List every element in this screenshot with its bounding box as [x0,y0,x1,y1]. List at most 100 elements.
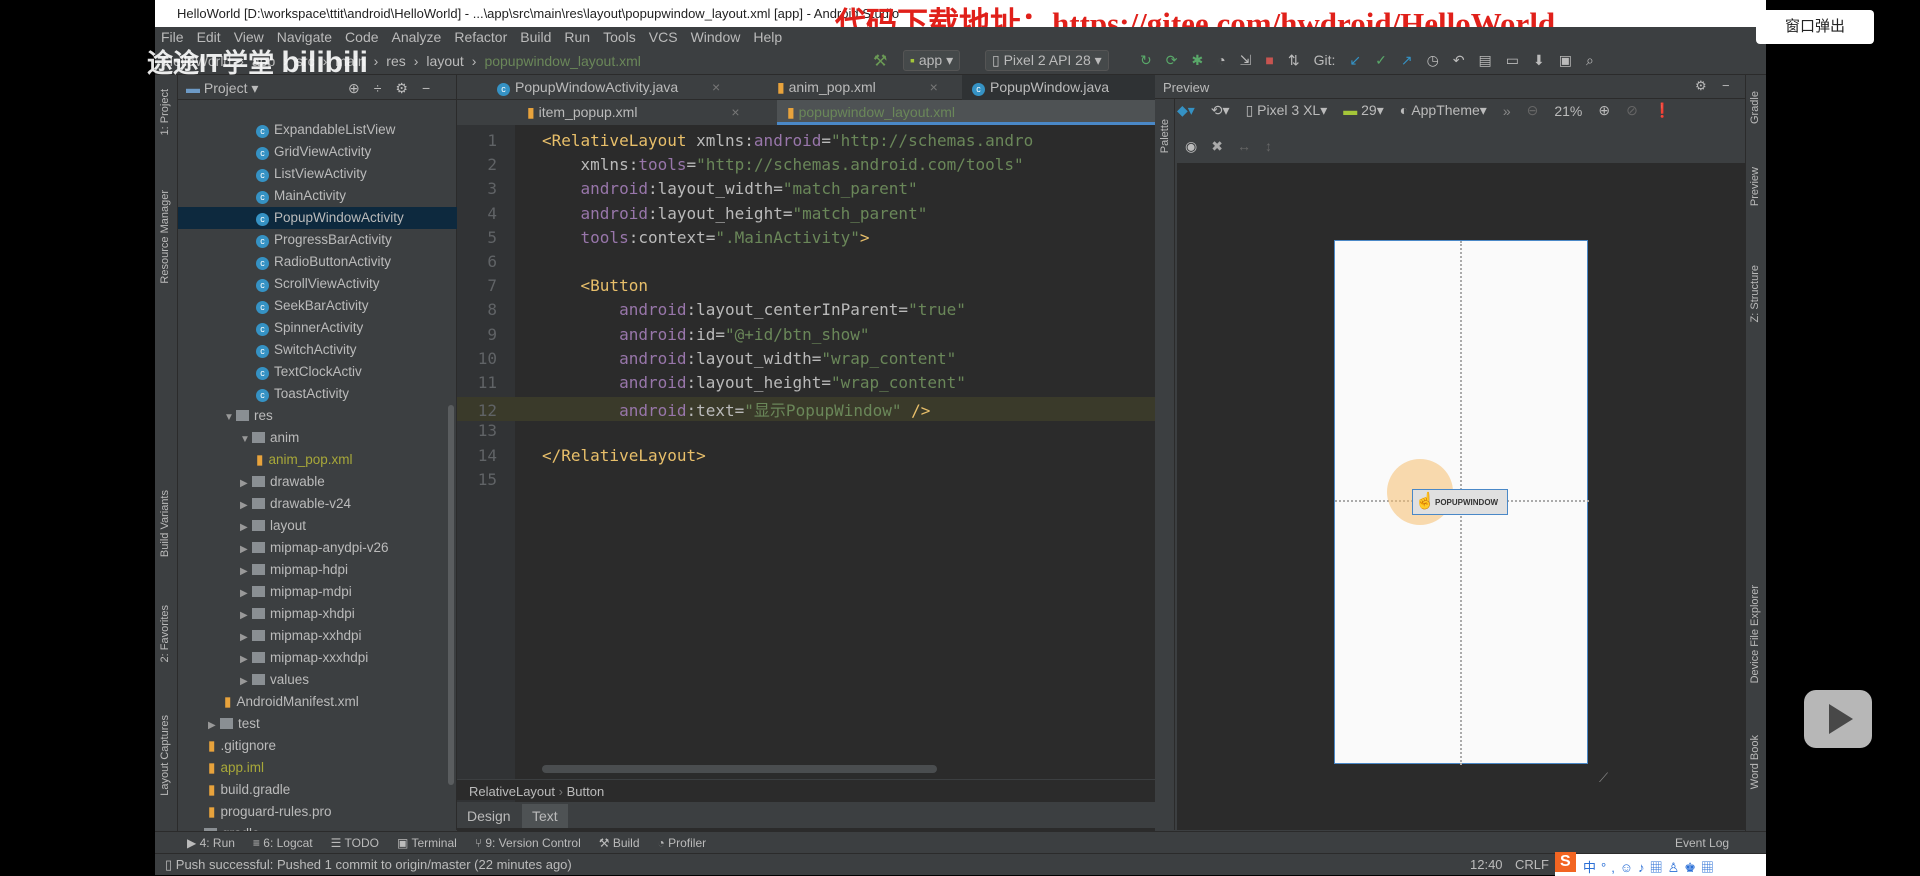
panel-actions[interactable]: ⊕÷⚙− [348,80,444,97]
expand-arrow-icon[interactable]: ▼ [224,412,236,423]
code-line[interactable]: 11 android:layout_height="wrap_content" [457,373,1155,397]
menu-tools[interactable]: Tools [603,29,636,47]
revert-icon[interactable]: ↶ [1453,52,1465,69]
tree-item[interactable]: ▶ drawable-v24 [178,493,457,515]
tree-item[interactable]: ▮ .gitignore [178,735,457,757]
device-select[interactable]: ▯ Pixel 3 XL▾ [1246,102,1328,119]
menu-run[interactable]: Run [564,29,590,47]
layers-icon[interactable]: ◆▾ [1177,102,1195,119]
logcat-tool-button[interactable]: ≡ 6: Logcat [253,836,313,853]
expand-arrow-icon[interactable]: ▶ [240,632,252,643]
tree-item[interactable]: ▶ test [178,713,457,735]
menu-build[interactable]: Build [520,29,551,47]
event-log-button[interactable]: Event Log [1675,836,1729,850]
menu-window[interactable]: Window [691,29,741,47]
device-file-explorer-tool-button[interactable]: Device File Explorer [1749,585,1761,683]
tree-item[interactable]: ▮ build.gradle [178,779,457,801]
status-message[interactable]: Push successful: Pushed 1 commit to orig… [176,857,572,872]
version-control-tool-button[interactable]: ⑂ 9: Version Control [475,836,581,853]
code-line[interactable]: 10 android:layout_width="wrap_content" [457,349,1155,373]
profile-icon[interactable]: ◔ [1217,52,1225,69]
todo-tool-button[interactable]: ☰ TODO [331,836,379,853]
orientation-icon[interactable]: ⟲▾ [1211,102,1230,119]
minimize-icon[interactable]: − [1722,78,1730,93]
code-line[interactable]: 13 [457,421,1155,445]
menu-help[interactable]: Help [753,29,782,47]
gradle-tool-button[interactable]: Gradle [1749,91,1761,124]
tree-item[interactable]: c TextClockActiv [178,361,457,383]
tree-item[interactable]: ▮ AndroidManifest.xml [178,691,457,713]
expand-arrow-icon[interactable]: ▶ [240,544,252,555]
tree-scrollbar[interactable] [448,405,454,785]
structure-tool-button[interactable]: Z: Structure [1749,265,1761,322]
tree-item[interactable]: c SeekBarActivity [178,295,457,317]
tab-text[interactable]: Text [522,804,568,828]
git-push-icon[interactable]: ↗ [1401,52,1413,69]
stop-icon[interactable]: ■ [1265,52,1273,69]
tab-popupwindow-java[interactable]: c PopupWindow.java [962,75,1155,100]
apply-changes-icon[interactable]: ⟳ [1166,52,1178,69]
zoom-in-icon[interactable]: ⊕ [1598,102,1610,119]
tab-anim-pop-xml[interactable]: ▮ anim_pop.xml × [767,75,948,100]
project-view-select[interactable]: Project [204,80,248,96]
layout-captures-tool-button[interactable]: Layout Captures [159,715,171,796]
expand-arrow-icon[interactable]: ▶ [240,478,252,489]
tree-item[interactable]: ▮ app.iml [178,757,457,779]
avd-manager-icon[interactable]: ▭ [1506,52,1519,69]
tree-item[interactable]: c ExpandableListView [178,119,457,141]
resize-handle-icon[interactable]: ⟋ [1599,770,1608,786]
expand-arrow-icon[interactable]: ▶ [240,654,252,665]
caret-position[interactable]: 12:40 [1470,857,1503,872]
horizontal-scrollbar[interactable] [542,765,937,773]
gear-icon[interactable]: ⚙ [1695,78,1707,94]
project-tool-button[interactable]: 1: Project [159,89,171,135]
tree-item[interactable]: ▶ layout [178,515,457,537]
line-separator[interactable]: CRLF [1515,857,1549,872]
tree-item[interactable]: c ListViewActivity [178,163,457,185]
debug-icon[interactable]: ✱ [1191,52,1203,69]
hammer-icon[interactable]: ⚒ [873,51,887,71]
menu-refactor[interactable]: Refactor [454,29,507,47]
path-button[interactable]: Button [567,784,605,799]
code-line[interactable]: 5 tools:context=".MainActivity"> [457,228,1155,252]
code-line[interactable]: 12 android:text="显示PopupWindow" /> [457,397,1155,422]
attach-icon[interactable]: ⇲ [1240,52,1252,69]
git-commit-icon[interactable]: ✓ [1375,52,1387,69]
history-icon[interactable]: ◷ [1427,52,1439,69]
theme-select[interactable]: ◐ AppTheme▾ [1400,102,1487,119]
tree-item[interactable]: ▼ anim [178,427,457,449]
device-select[interactable]: ▯ Pixel 2 API 28 ▾ [985,50,1109,71]
run-tool-button[interactable]: ▶ 4: Run [187,836,235,853]
sogou-ime-icon[interactable]: S [1555,852,1576,872]
sync-icon[interactable]: ⇅ [1288,52,1300,69]
zoom-out-icon[interactable]: ⊖ [1527,102,1539,119]
code-line[interactable]: 3 android:layout_width="match_parent" [457,179,1155,203]
tree-item[interactable]: ▶ mipmap-hdpi [178,559,457,581]
tree-item[interactable]: c ProgressBarActivity [178,229,457,251]
project-structure-icon[interactable]: ▤ [1479,52,1492,69]
palette-tool-button[interactable]: Palette [1159,119,1171,153]
code-line[interactable]: 4 android:layout_height="match_parent" [457,204,1155,228]
tree-item[interactable]: ▶ drawable [178,471,457,493]
tree-item[interactable]: ▶ values [178,669,457,691]
tree-item[interactable]: ▶ mipmap-xxxhdpi [178,647,457,669]
expand-arrow-icon[interactable]: ▼ [240,434,252,445]
api-select[interactable]: ▬ 29▾ [1343,102,1384,119]
tree-item[interactable]: c SpinnerActivity [178,317,457,339]
expand-arrow-icon[interactable]: ▶ [240,522,252,533]
expand-arrow-icon[interactable]: ▶ [240,500,252,511]
tree-item[interactable]: ▼ res [178,405,457,427]
expand-arrow-icon[interactable]: ▶ [240,588,252,599]
breadcrumb-item[interactable]: layout [426,53,463,69]
run-config-select[interactable]: ▪ app ▾ [903,50,961,71]
tree-item[interactable]: c ToastActivity [178,383,457,405]
tree-item[interactable]: c ScrollViewActivity [178,273,457,295]
tab-design[interactable]: Design [467,808,511,824]
path-relativelayout[interactable]: RelativeLayout [469,784,555,799]
code-line[interactable]: 9 android:id="@+id/btn_show" [457,325,1155,349]
search-icon[interactable]: ⌕ [1586,52,1594,69]
ime-tray-icons[interactable]: 中°,☺♪▦♙♚▦ [1583,857,1719,876]
profiler-tool-button[interactable]: ◔ Profiler [658,836,707,853]
code-line[interactable]: 1 <RelativeLayout xmlns:android="http://s… [457,131,1155,155]
build-variants-tool-button[interactable]: Build Variants [159,490,171,557]
